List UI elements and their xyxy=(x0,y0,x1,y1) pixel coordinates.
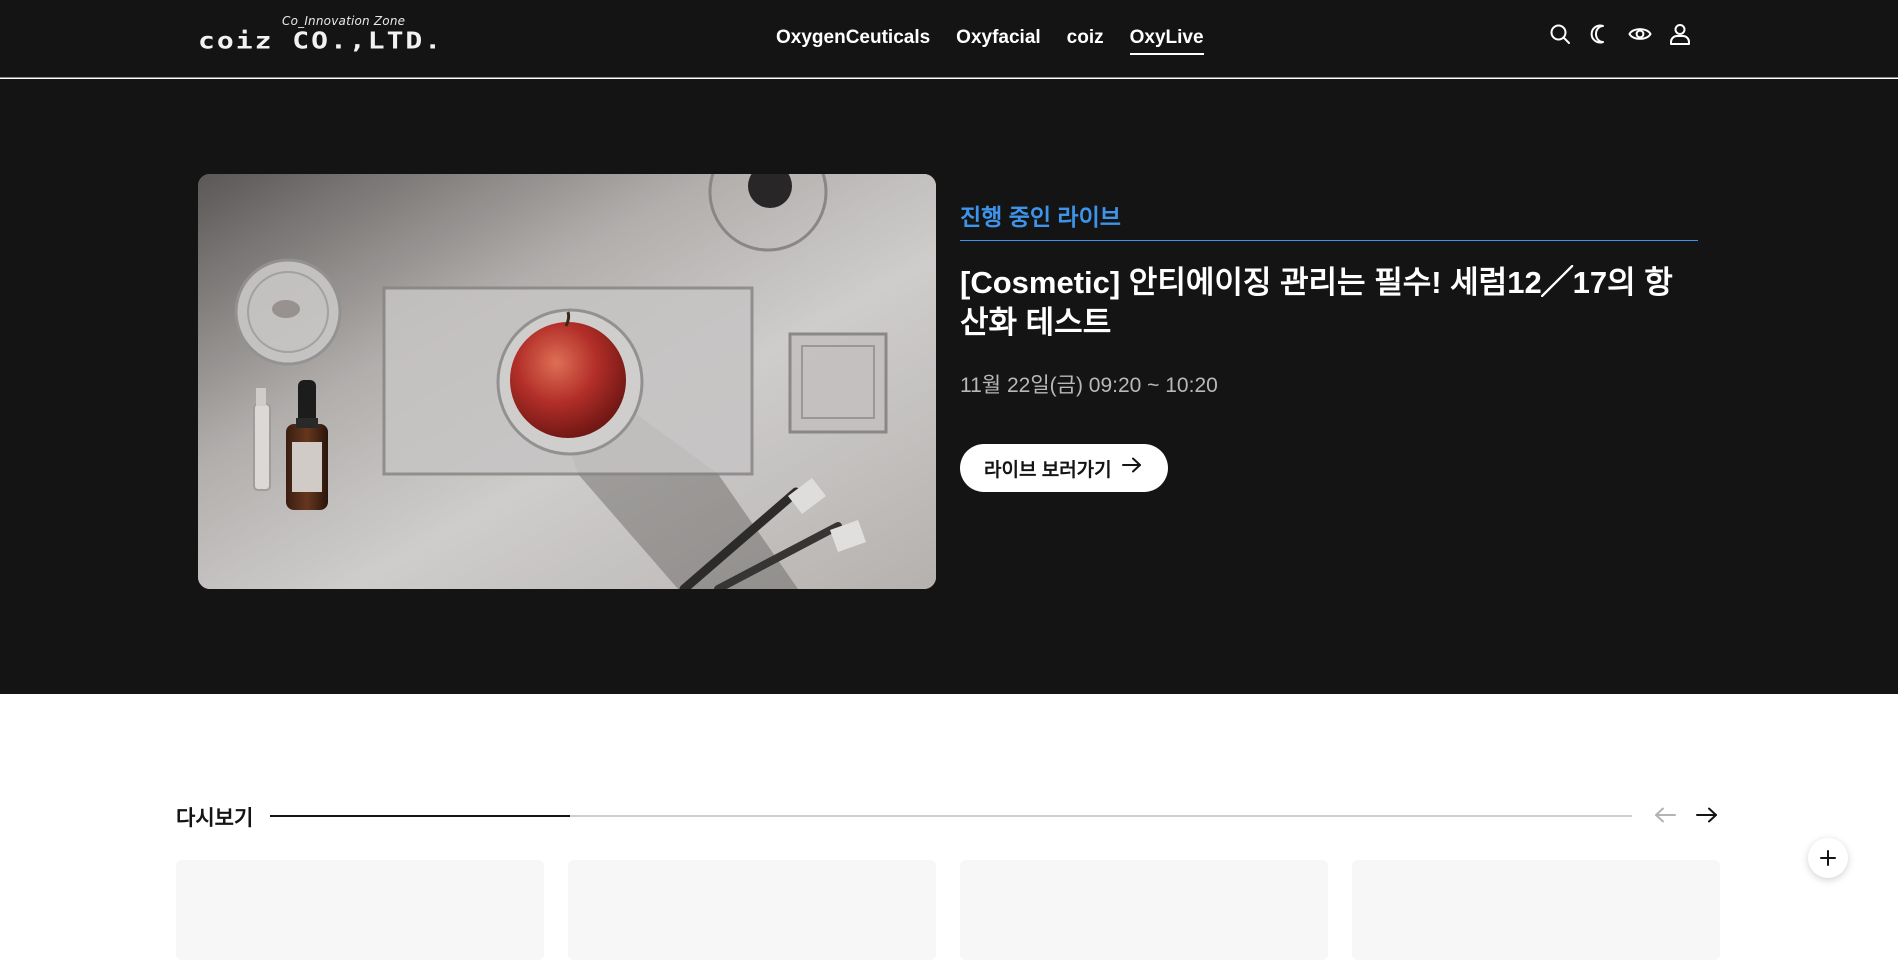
user-icon[interactable] xyxy=(1668,22,1692,46)
search-icon[interactable] xyxy=(1548,22,1572,46)
nav-item-oxyfacial[interactable]: Oxyfacial xyxy=(956,24,1041,55)
replay-card-list xyxy=(176,860,1720,960)
replay-card[interactable] xyxy=(960,860,1328,960)
moon-icon[interactable] xyxy=(1588,22,1612,46)
nav-item-oxylive[interactable]: OxyLive xyxy=(1129,24,1204,55)
replay-card[interactable] xyxy=(1352,860,1720,960)
nav-item-oxygenceuticals[interactable]: OxygenCeuticals xyxy=(776,24,930,55)
arrow-right-icon[interactable] xyxy=(1694,802,1720,828)
arrow-left-icon[interactable] xyxy=(1652,802,1678,828)
live-now-label: 진행 중인 라이브 xyxy=(960,174,1698,241)
live-title: [Cosmetic] 안티에이징 관리는 필수! 세럼12╱17의 항산화 테스… xyxy=(960,265,1673,340)
eye-icon[interactable] xyxy=(1628,22,1652,46)
logo-tagline: Co_Innovation Zone xyxy=(282,14,406,28)
company-logo[interactable]: Co_Innovation Zone coiz CO.,LTD. xyxy=(198,14,441,58)
replay-card[interactable] xyxy=(568,860,936,960)
site-header: Co_Innovation Zone coiz CO.,LTD. OxygenC… xyxy=(0,0,1898,78)
replay-section-title: 다시보기 xyxy=(176,807,254,830)
logo-wordmark: coiz CO.,LTD. xyxy=(198,27,444,55)
plus-icon[interactable] xyxy=(1808,838,1848,878)
live-thumbnail[interactable] xyxy=(198,174,936,589)
header-actions xyxy=(1548,22,1692,46)
live-info: 진행 중인 라이브 [Cosmetic] 안티에이징 관리는 필수! 세럼12╱… xyxy=(960,174,1698,492)
replay-scroll-progress-fill xyxy=(270,815,570,817)
live-hero-section: 진행 중인 라이브 [Cosmetic] 안티에이징 관리는 필수! 세럼12╱… xyxy=(0,79,1898,694)
arrow-right-icon xyxy=(1121,457,1142,479)
watch-live-button[interactable]: 라이브 보러가기 xyxy=(960,444,1168,492)
watch-live-button-label: 라이브 보러가기 xyxy=(984,459,1112,481)
main-nav: OxygenCeuticals Oxyfacial coiz OxyLive xyxy=(776,24,1204,56)
nav-item-coiz[interactable]: coiz xyxy=(1067,24,1104,55)
replay-card[interactable] xyxy=(176,860,544,960)
replay-scroll-progress xyxy=(270,815,1632,817)
live-schedule: 11월 22일(금) 09:20 ~ 10:20 xyxy=(960,374,1218,397)
